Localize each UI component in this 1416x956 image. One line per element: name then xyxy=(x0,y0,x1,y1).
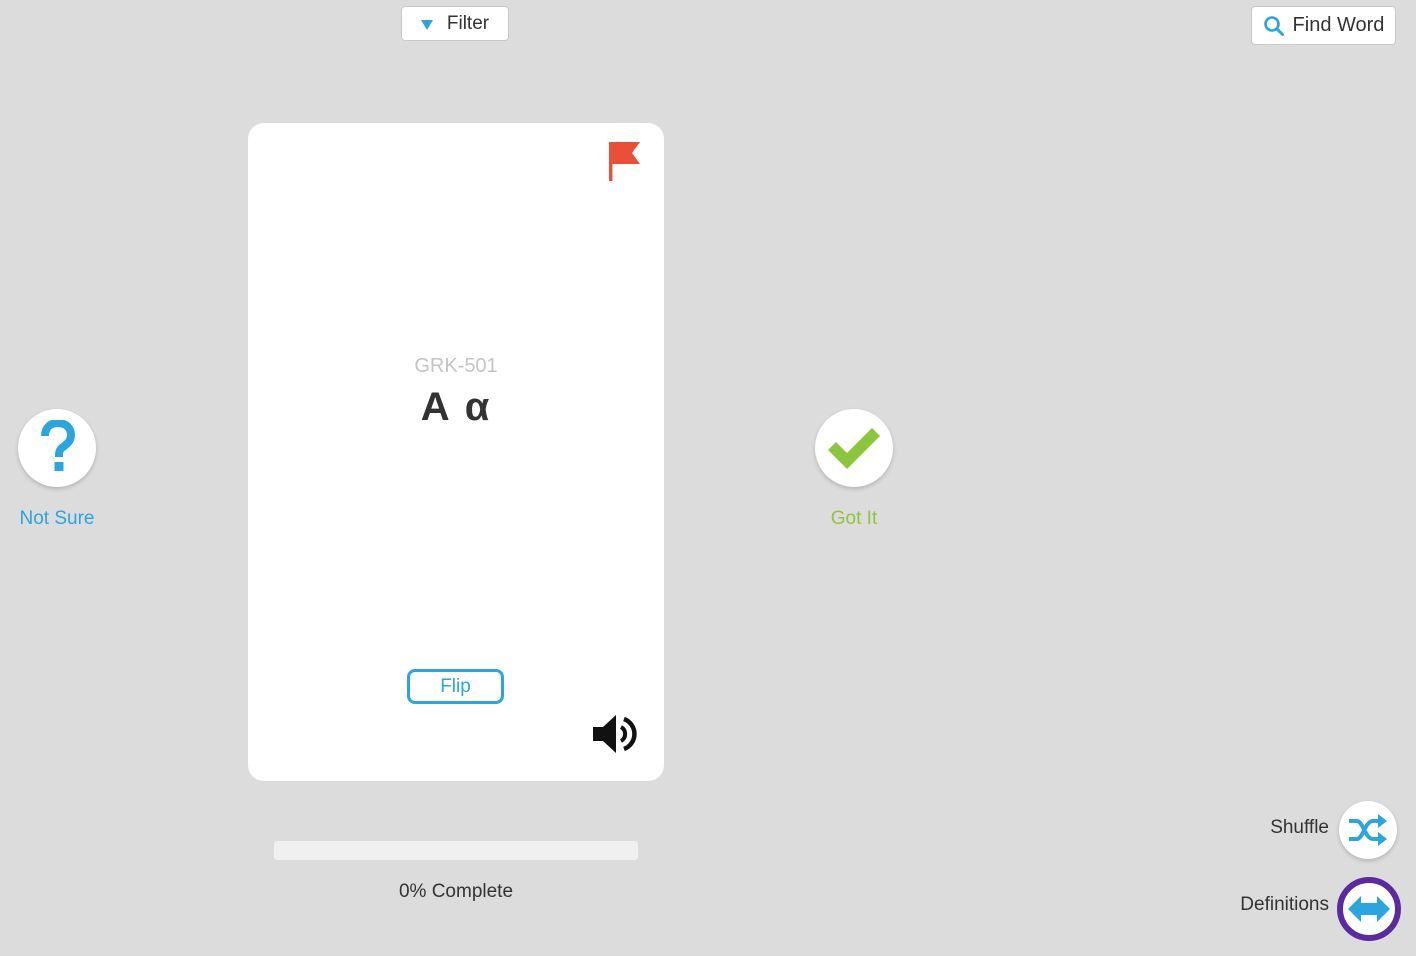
filter-icon xyxy=(420,19,433,30)
progress-bar xyxy=(274,841,638,860)
question-icon xyxy=(41,420,75,471)
not-sure-button[interactable] xyxy=(18,409,96,487)
got-it-button[interactable] xyxy=(815,409,893,487)
definitions-label: Definitions xyxy=(1240,894,1329,915)
flag-icon[interactable] xyxy=(608,142,642,182)
find-word-button[interactable]: Find Word xyxy=(1251,6,1396,45)
filter-label: Filter xyxy=(446,12,490,34)
filter-button[interactable]: Filter xyxy=(401,6,509,41)
check-icon xyxy=(828,428,880,469)
flashcard: GRK-501 Α α Flip xyxy=(248,123,664,781)
shuffle-button[interactable] xyxy=(1339,801,1397,859)
card-code: GRK-501 xyxy=(414,355,498,377)
shuffle-label: Shuffle xyxy=(1270,817,1329,838)
flip-button[interactable]: Flip xyxy=(407,669,504,704)
speaker-icon[interactable] xyxy=(591,710,639,758)
find-word-label: Find Word xyxy=(1292,14,1385,36)
flashcard-page: Filter Find Word GRK-501 Α α Flip Not Su… xyxy=(0,0,1416,956)
not-sure-label: Not Sure xyxy=(19,508,95,529)
definitions-toggle-button[interactable] xyxy=(1337,877,1401,941)
got-it-label: Got It xyxy=(830,508,878,529)
shuffle-icon xyxy=(1349,814,1387,846)
swap-arrows-icon xyxy=(1348,896,1390,922)
progress-text: 0% Complete xyxy=(398,881,514,902)
search-icon xyxy=(1263,15,1284,36)
card-term: Α α xyxy=(420,385,492,429)
